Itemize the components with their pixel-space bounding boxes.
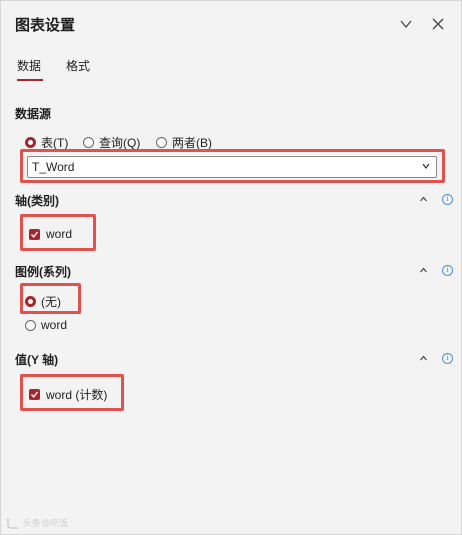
values-heading: 值(Y 轴): [15, 353, 59, 367]
chevron-up-icon[interactable]: [419, 354, 428, 363]
radio-button[interactable]: [25, 319, 36, 331]
chevron-down-icon: [400, 20, 412, 29]
info-icon[interactable]: i: [442, 265, 453, 276]
radio-button[interactable]: [83, 137, 94, 148]
info-icon[interactable]: i: [442, 194, 453, 205]
chevron-up-icon[interactable]: [419, 195, 428, 204]
highlight-box: [20, 283, 81, 314]
highlight-box: [20, 149, 445, 183]
legend-option-word-label: word: [41, 318, 68, 332]
highlight-box: [20, 214, 96, 251]
legend-option-word[interactable]: word: [25, 318, 67, 332]
watermark-text: 头条@吃饭: [23, 518, 69, 528]
data-source-heading: 数据源: [15, 107, 52, 121]
collapse-pane-button[interactable]: [395, 13, 417, 35]
tab-data[interactable]: 数据: [17, 57, 44, 81]
radio-button-selected[interactable]: [25, 137, 36, 148]
axis-section-controls: i: [419, 194, 453, 205]
close-pane-button[interactable]: [427, 13, 449, 35]
axis-heading: 轴(类别): [15, 194, 59, 208]
legend-heading: 图例(系列): [15, 265, 71, 279]
close-icon: [432, 18, 444, 30]
tab-format[interactable]: 格式: [66, 57, 90, 74]
watermark: 头条@吃饭: [6, 516, 68, 529]
chevron-up-icon[interactable]: [419, 266, 428, 275]
chart-settings-pane: 图表设置 数据 格式 数据源 表(T) 查询(Q) 两者(B) T_Word 轴…: [0, 0, 462, 535]
highlight-box: [20, 374, 124, 411]
watermark-logo-icon: [7, 517, 18, 529]
info-icon[interactable]: i: [442, 353, 453, 364]
radio-button[interactable]: [156, 137, 167, 148]
pane-title: 图表设置: [15, 17, 76, 34]
values-section-controls: i: [419, 353, 453, 364]
legend-section-controls: i: [419, 265, 453, 276]
